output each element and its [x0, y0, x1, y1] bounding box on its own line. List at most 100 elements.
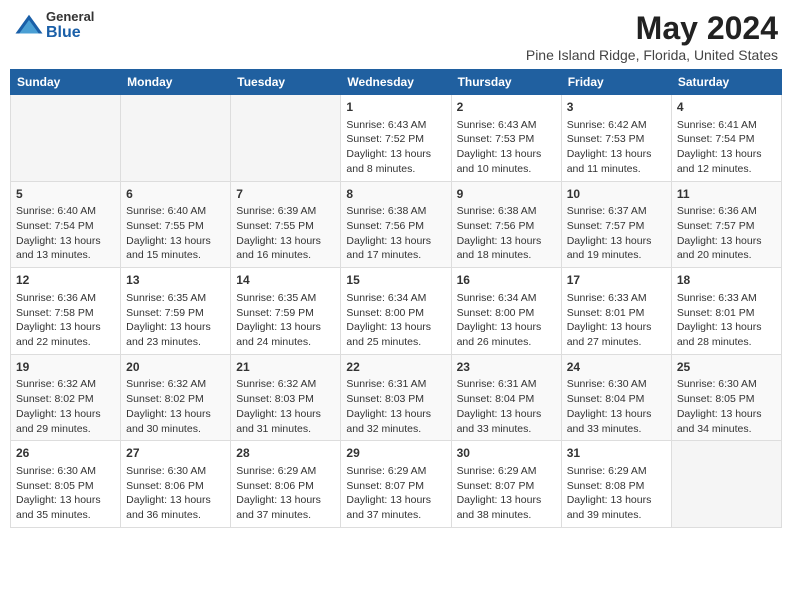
calendar-cell: 10Sunrise: 6:37 AMSunset: 7:57 PMDayligh…: [561, 181, 671, 268]
day-info-line: Daylight: 13 hours: [567, 320, 666, 335]
header-cell-friday: Friday: [561, 70, 671, 95]
calendar-cell: 22Sunrise: 6:31 AMSunset: 8:03 PMDayligh…: [341, 354, 451, 441]
header-cell-tuesday: Tuesday: [231, 70, 341, 95]
day-info-line: and 29 minutes.: [16, 422, 115, 437]
day-info-line: Sunset: 8:08 PM: [567, 479, 666, 494]
calendar-cell: 13Sunrise: 6:35 AMSunset: 7:59 PMDayligh…: [121, 268, 231, 355]
day-info-line: and 22 minutes.: [16, 335, 115, 350]
day-info-line: Daylight: 13 hours: [457, 147, 556, 162]
calendar-week-2: 5Sunrise: 6:40 AMSunset: 7:54 PMDaylight…: [11, 181, 782, 268]
day-info-line: and 38 minutes.: [457, 508, 556, 523]
day-info-line: and 31 minutes.: [236, 422, 335, 437]
day-info-line: and 36 minutes.: [126, 508, 225, 523]
day-number: 15: [346, 272, 445, 289]
title-block: May 2024 Pine Island Ridge, Florida, Uni…: [526, 10, 778, 63]
day-info-line: Daylight: 13 hours: [457, 493, 556, 508]
day-info-line: Sunrise: 6:31 AM: [346, 377, 445, 392]
day-info-line: and 19 minutes.: [567, 248, 666, 263]
logo-general: General: [46, 10, 94, 24]
day-info-line: and 34 minutes.: [677, 422, 776, 437]
day-info-line: Daylight: 13 hours: [567, 147, 666, 162]
calendar-cell: 1Sunrise: 6:43 AMSunset: 7:52 PMDaylight…: [341, 95, 451, 182]
day-info-line: Sunrise: 6:32 AM: [236, 377, 335, 392]
day-info-line: Sunrise: 6:30 AM: [126, 464, 225, 479]
day-info-line: Sunset: 8:05 PM: [677, 392, 776, 407]
calendar-week-4: 19Sunrise: 6:32 AMSunset: 8:02 PMDayligh…: [11, 354, 782, 441]
day-number: 8: [346, 186, 445, 203]
day-info-line: Sunset: 7:59 PM: [236, 306, 335, 321]
day-info-line: Sunrise: 6:34 AM: [346, 291, 445, 306]
day-number: 19: [16, 359, 115, 376]
day-info-line: Sunrise: 6:40 AM: [126, 204, 225, 219]
day-info-line: Sunrise: 6:38 AM: [346, 204, 445, 219]
day-info-line: Sunset: 8:03 PM: [346, 392, 445, 407]
day-info-line: and 30 minutes.: [126, 422, 225, 437]
calendar-cell: 3Sunrise: 6:42 AMSunset: 7:53 PMDaylight…: [561, 95, 671, 182]
day-number: 30: [457, 445, 556, 462]
day-info-line: Daylight: 13 hours: [567, 234, 666, 249]
day-info-line: Sunrise: 6:37 AM: [567, 204, 666, 219]
day-info-line: Sunset: 8:00 PM: [457, 306, 556, 321]
day-info-line: Daylight: 13 hours: [126, 493, 225, 508]
calendar-cell: [671, 441, 781, 528]
day-info-line: Daylight: 13 hours: [16, 234, 115, 249]
header-cell-monday: Monday: [121, 70, 231, 95]
day-info-line: Sunset: 8:03 PM: [236, 392, 335, 407]
day-info-line: Daylight: 13 hours: [236, 407, 335, 422]
day-info-line: and 15 minutes.: [126, 248, 225, 263]
day-number: 2: [457, 99, 556, 116]
calendar-cell: [121, 95, 231, 182]
header-row: SundayMondayTuesdayWednesdayThursdayFrid…: [11, 70, 782, 95]
day-info-line: Sunrise: 6:34 AM: [457, 291, 556, 306]
day-info-line: and 13 minutes.: [16, 248, 115, 263]
day-number: 25: [677, 359, 776, 376]
calendar-cell: 19Sunrise: 6:32 AMSunset: 8:02 PMDayligh…: [11, 354, 121, 441]
calendar-cell: 21Sunrise: 6:32 AMSunset: 8:03 PMDayligh…: [231, 354, 341, 441]
day-number: 26: [16, 445, 115, 462]
calendar-cell: 26 Sunrise: 6:30 AMSunset: 8:05 PMDayligh…: [11, 441, 121, 528]
day-number: 31: [567, 445, 666, 462]
calendar-cell: 2Sunrise: 6:43 AMSunset: 7:53 PMDaylight…: [451, 95, 561, 182]
day-info-line: Sunrise: 6:29 AM: [457, 464, 556, 479]
day-info-line: Sunrise: 6:30 AM: [16, 464, 115, 479]
day-info-line: Daylight: 13 hours: [16, 493, 115, 508]
day-info-line: and 11 minutes.: [567, 162, 666, 177]
day-info-line: Sunset: 8:01 PM: [567, 306, 666, 321]
day-info-line: Daylight: 13 hours: [677, 147, 776, 162]
day-info-line: Daylight: 13 hours: [677, 407, 776, 422]
day-number: 1: [346, 99, 445, 116]
day-info-line: Daylight: 13 hours: [346, 493, 445, 508]
logo-text: General Blue: [46, 10, 94, 42]
day-info-line: Sunrise: 6:32 AM: [126, 377, 225, 392]
calendar-cell: 7Sunrise: 6:39 AMSunset: 7:55 PMDaylight…: [231, 181, 341, 268]
day-info-line: Sunset: 8:05 PM: [16, 479, 115, 494]
day-info-line: and 37 minutes.: [236, 508, 335, 523]
day-info-line: and 32 minutes.: [346, 422, 445, 437]
page-header: General Blue May 2024 Pine Island Ridge,…: [10, 10, 782, 63]
day-info-line: and 33 minutes.: [567, 422, 666, 437]
day-number: 24: [567, 359, 666, 376]
day-number: 10: [567, 186, 666, 203]
day-info-line: Daylight: 13 hours: [677, 234, 776, 249]
day-info-line: Sunset: 8:02 PM: [126, 392, 225, 407]
logo-icon: [14, 11, 44, 41]
day-info-line: Sunrise: 6:30 AM: [677, 377, 776, 392]
day-info-line: Sunset: 8:02 PM: [16, 392, 115, 407]
day-info-line: Sunset: 8:00 PM: [346, 306, 445, 321]
calendar-cell: 29Sunrise: 6:29 AMSunset: 8:07 PMDayligh…: [341, 441, 451, 528]
day-info-line: and 39 minutes.: [567, 508, 666, 523]
calendar-cell: 23Sunrise: 6:31 AMSunset: 8:04 PMDayligh…: [451, 354, 561, 441]
day-info-line: and 37 minutes.: [346, 508, 445, 523]
logo-blue: Blue: [46, 24, 94, 42]
calendar-cell: 25Sunrise: 6:30 AMSunset: 8:05 PMDayligh…: [671, 354, 781, 441]
calendar-cell: 12Sunrise: 6:36 AMSunset: 7:58 PMDayligh…: [11, 268, 121, 355]
day-number: 27: [126, 445, 225, 462]
day-info-line: and 23 minutes.: [126, 335, 225, 350]
day-number: 28: [236, 445, 335, 462]
calendar-cell: 20Sunrise: 6:32 AMSunset: 8:02 PMDayligh…: [121, 354, 231, 441]
day-info-line: Sunrise: 6:43 AM: [457, 118, 556, 133]
day-info-line: and 16 minutes.: [236, 248, 335, 263]
day-info-line: Sunset: 7:52 PM: [346, 132, 445, 147]
calendar-cell: 9Sunrise: 6:38 AMSunset: 7:56 PMDaylight…: [451, 181, 561, 268]
day-info-line: Sunset: 7:55 PM: [236, 219, 335, 234]
